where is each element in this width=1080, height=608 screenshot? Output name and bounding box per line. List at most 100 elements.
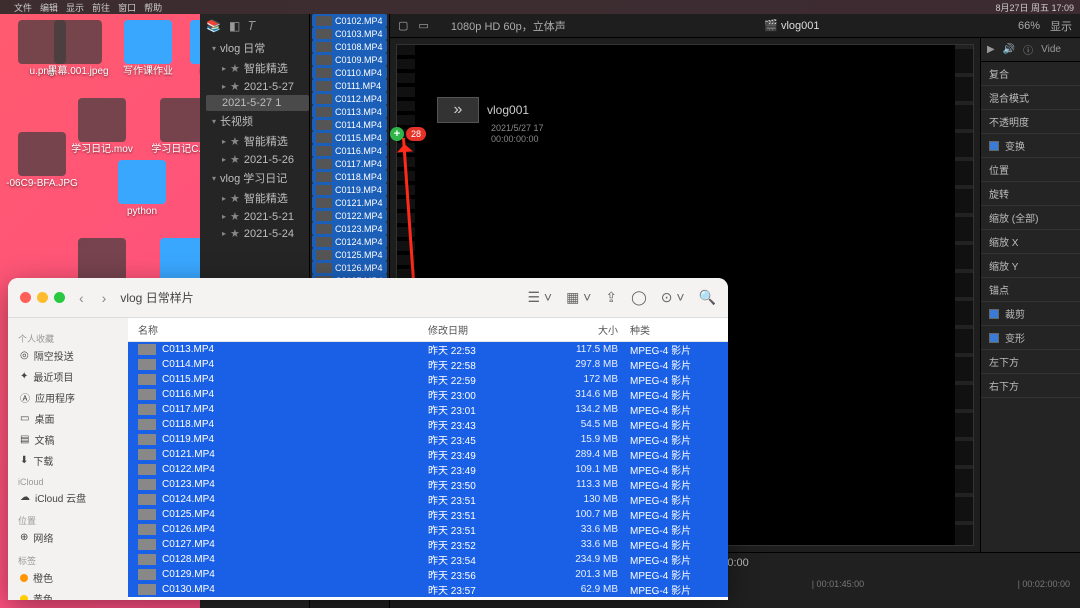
sidebar-item[interactable]: ✦最近项目 bbox=[18, 366, 118, 387]
library-tree-item[interactable]: ★智能精选 bbox=[206, 188, 309, 208]
finder-row[interactable]: C0117.MP4昨天 23:01134.2 MBMPEG-4 影片 bbox=[128, 402, 728, 417]
project-chip[interactable]: » vlog001 bbox=[437, 97, 529, 123]
viewer-tool-icon[interactable]: ▭ bbox=[418, 19, 428, 32]
forward-button[interactable]: › bbox=[98, 290, 111, 306]
inspector-row[interactable]: 缩放 X bbox=[981, 230, 1080, 254]
finder-row[interactable]: C0121.MP4昨天 23:49289.4 MBMPEG-4 影片 bbox=[128, 447, 728, 462]
clip-item[interactable]: C0118.MP4 bbox=[312, 170, 387, 183]
desktop-icon[interactable]: 黑幕.001.jpeg bbox=[42, 20, 114, 78]
library-tree-item[interactable]: ★智能精选 bbox=[206, 131, 309, 151]
show-menu[interactable]: 显示 bbox=[1050, 18, 1072, 34]
finder-row[interactable]: C0118.MP4昨天 23:4354.5 MBMPEG-4 影片 bbox=[128, 417, 728, 432]
clip-item[interactable]: C0121.MP4 bbox=[312, 196, 387, 209]
col-kind[interactable]: 种类 bbox=[618, 322, 718, 337]
col-date[interactable]: 修改日期 bbox=[428, 322, 538, 337]
finder-row[interactable]: C0127.MP4昨天 23:5233.6 MBMPEG-4 影片 bbox=[128, 537, 728, 552]
back-button[interactable]: ‹ bbox=[75, 290, 88, 306]
library-tree-item[interactable]: ★2021-5-21 bbox=[206, 208, 309, 225]
close-icon[interactable] bbox=[20, 292, 31, 303]
clip-item[interactable]: C0116.MP4 bbox=[312, 144, 387, 157]
finder-row[interactable]: C0125.MP4昨天 23:51100.7 MBMPEG-4 影片 bbox=[128, 507, 728, 522]
library-tree-item[interactable]: ★2021-5-24 bbox=[206, 225, 309, 242]
sidebar-item[interactable]: ▤文稿 bbox=[18, 429, 118, 450]
clip-item[interactable]: C0108.MP4 bbox=[312, 40, 387, 53]
sidebar-item[interactable]: ⊕网络 bbox=[18, 527, 118, 548]
inspector-row[interactable]: 缩放 (全部) bbox=[981, 206, 1080, 230]
checkbox-icon[interactable] bbox=[989, 333, 999, 343]
library-icon[interactable]: 📚 bbox=[206, 19, 221, 33]
clip-item[interactable]: C0115.MP4 bbox=[312, 131, 387, 144]
library-tree-item[interactable]: ★智能精选 bbox=[206, 58, 309, 78]
finder-row[interactable]: C0129.MP4昨天 23:56201.3 MBMPEG-4 影片 bbox=[128, 567, 728, 582]
titles-icon[interactable]: 𝑇 bbox=[248, 19, 256, 34]
finder-row[interactable]: C0126.MP4昨天 23:5133.6 MBMPEG-4 影片 bbox=[128, 522, 728, 537]
photos-icon[interactable]: ◧ bbox=[229, 19, 240, 33]
library-tree-item[interactable]: vlog 日常 bbox=[206, 38, 309, 58]
finder-columns[interactable]: 名称 修改日期 大小 种类 bbox=[128, 318, 728, 342]
library-tree-item[interactable]: 长视频 bbox=[206, 111, 309, 131]
sidebar-item[interactable]: ⬇下载 bbox=[18, 450, 118, 471]
sidebar-item[interactable]: ☁iCloud 云盘 bbox=[18, 487, 118, 508]
menu-item[interactable]: 帮助 bbox=[144, 3, 162, 13]
library-tree-item[interactable]: ★2021-5-26 bbox=[206, 151, 309, 168]
zoom-icon[interactable] bbox=[54, 292, 65, 303]
inspector-row[interactable]: 旋转 bbox=[981, 182, 1080, 206]
menu-item[interactable]: 前往 bbox=[92, 3, 110, 13]
clip-item[interactable]: C0102.MP4 bbox=[312, 14, 387, 27]
inspector-row[interactable]: 右下方 bbox=[981, 374, 1080, 398]
sidebar-item[interactable]: ▭桌面 bbox=[18, 408, 118, 429]
inspector-info-icon[interactable]: ⓘ bbox=[1023, 42, 1033, 57]
finder-row[interactable]: C0122.MP4昨天 23:49109.1 MBMPEG-4 影片 bbox=[128, 462, 728, 477]
clip-item[interactable]: C0117.MP4 bbox=[312, 157, 387, 170]
inspector-row[interactable]: 复合 bbox=[981, 62, 1080, 86]
clip-item[interactable]: C0119.MP4 bbox=[312, 183, 387, 196]
window-controls[interactable] bbox=[20, 292, 65, 303]
clip-item[interactable]: C0122.MP4 bbox=[312, 209, 387, 222]
inspector-row[interactable]: 变形 bbox=[981, 326, 1080, 350]
inspector-row[interactable]: 位置 bbox=[981, 158, 1080, 182]
desktop-icon[interactable]: 写作课作业 bbox=[112, 20, 184, 78]
finder-row[interactable]: C0119.MP4昨天 23:4515.9 MBMPEG-4 影片 bbox=[128, 432, 728, 447]
clip-item[interactable]: C0109.MP4 bbox=[312, 53, 387, 66]
finder-row[interactable]: C0113.MP4昨天 22:53117.5 MBMPEG-4 影片 bbox=[128, 342, 728, 357]
clip-item[interactable]: C0110.MP4 bbox=[312, 66, 387, 79]
sidebar-item[interactable]: ◎隔空投送 bbox=[18, 345, 118, 366]
menu-item[interactable]: 文件 bbox=[14, 3, 32, 13]
viewer-tool-icon[interactable]: ▢ bbox=[398, 19, 408, 32]
library-tree-item[interactable]: vlog 学习日记 bbox=[206, 168, 309, 188]
clip-item[interactable]: C0125.MP4 bbox=[312, 248, 387, 261]
col-size[interactable]: 大小 bbox=[538, 322, 618, 337]
share-icon[interactable]: ⇪ bbox=[605, 289, 617, 306]
inspector-row[interactable]: 不透明度 bbox=[981, 110, 1080, 134]
clip-item[interactable]: C0113.MP4 bbox=[312, 105, 387, 118]
clip-item[interactable]: C0114.MP4 bbox=[312, 118, 387, 131]
clip-item[interactable]: C0111.MP4 bbox=[312, 79, 387, 92]
finder-row[interactable]: C0124.MP4昨天 23:51130 MBMPEG-4 影片 bbox=[128, 492, 728, 507]
desktop-icon[interactable]: -06C9-BFA.JPG bbox=[6, 132, 78, 190]
clip-item[interactable]: C0103.MP4 bbox=[312, 27, 387, 40]
sidebar-item[interactable]: Ⓐ应用程序 bbox=[18, 387, 118, 408]
finder-row[interactable]: C0130.MP4昨天 23:5762.9 MBMPEG-4 影片 bbox=[128, 582, 728, 597]
library-tree-item[interactable]: 2021-5-27 1 bbox=[206, 95, 309, 111]
finder-row[interactable]: C0116.MP4昨天 23:00314.6 MBMPEG-4 影片 bbox=[128, 387, 728, 402]
col-name[interactable]: 名称 bbox=[138, 322, 428, 337]
checkbox-icon[interactable] bbox=[989, 141, 999, 151]
search-icon[interactable]: 🔍 bbox=[699, 289, 716, 306]
clip-item[interactable]: C0124.MP4 bbox=[312, 235, 387, 248]
inspector-video-icon[interactable]: ▶ bbox=[987, 44, 995, 55]
checkbox-icon[interactable] bbox=[989, 309, 999, 319]
menu-item[interactable]: 编辑 bbox=[40, 3, 58, 13]
desktop-icon[interactable]: python bbox=[106, 160, 178, 218]
inspector-row[interactable]: 变换 bbox=[981, 134, 1080, 158]
sidebar-item[interactable]: 黄色 bbox=[18, 588, 118, 600]
library-tree-item[interactable]: ★2021-5-27 bbox=[206, 78, 309, 95]
inspector-row[interactable]: 锚点 bbox=[981, 278, 1080, 302]
sidebar-item[interactable]: 橙色 bbox=[18, 567, 118, 588]
inspector-row[interactable]: 裁剪 bbox=[981, 302, 1080, 326]
finder-row[interactable]: C0123.MP4昨天 23:50113.3 MBMPEG-4 影片 bbox=[128, 477, 728, 492]
view-list-icon[interactable]: ☰ ˅ bbox=[527, 289, 552, 306]
inspector-row[interactable]: 缩放 Y bbox=[981, 254, 1080, 278]
action-icon[interactable]: ⊙ ˅ bbox=[661, 289, 685, 306]
inspector-row[interactable]: 混合模式 bbox=[981, 86, 1080, 110]
inspector-audio-icon[interactable]: 🔊 bbox=[1003, 44, 1015, 55]
